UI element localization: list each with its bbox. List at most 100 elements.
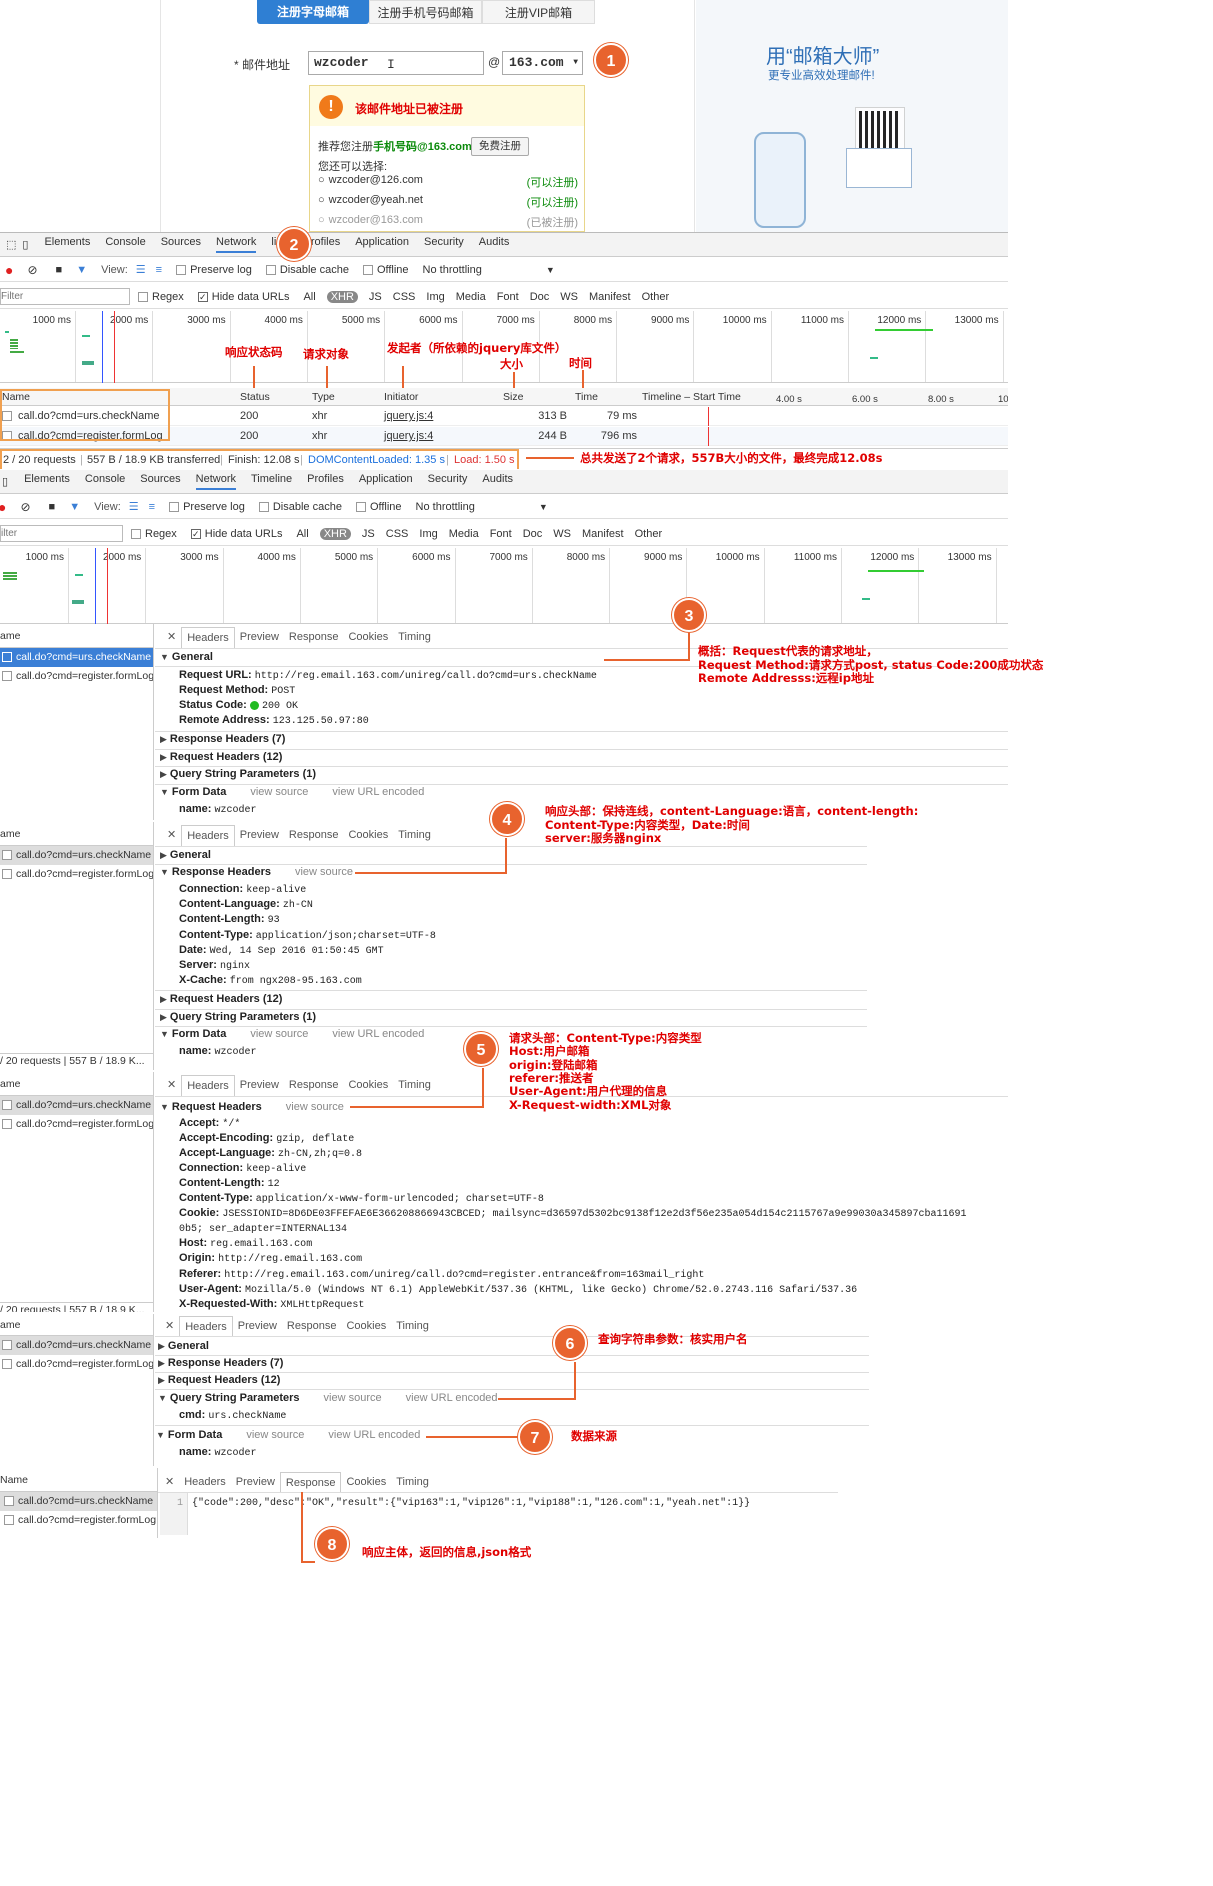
filter-type-font[interactable]: Font xyxy=(490,528,512,540)
preserve-log-checkbox[interactable]: Preserve log xyxy=(176,264,252,276)
record-icon[interactable]: ● xyxy=(5,262,13,278)
domain-select[interactable]: 163.com ▼ xyxy=(502,51,583,75)
devtools-tab[interactable]: Elements xyxy=(44,236,90,253)
device-icon[interactable]: ▯ xyxy=(2,475,8,488)
tab-vip-mail[interactable]: 注册VIP邮箱 xyxy=(482,0,595,24)
view-url-encoded-link[interactable]: view URL encoded xyxy=(332,786,424,798)
offline-checkbox[interactable]: Offline xyxy=(355,501,402,513)
throttling-select[interactable]: No throttling ▼ xyxy=(423,264,555,276)
filter-input[interactable] xyxy=(0,525,123,542)
tab-headers[interactable]: Headers xyxy=(179,1316,233,1337)
request-headers-section[interactable]: ▼ Request Headers view source xyxy=(160,1101,344,1113)
clear-icon[interactable]: ⊘ xyxy=(27,263,37,277)
tab-preview[interactable]: Preview xyxy=(233,1316,282,1337)
request-item-formlog[interactable]: call.do?cmd=register.formLog xyxy=(0,1355,153,1374)
filter-type-manifest[interactable]: Manifest xyxy=(582,528,624,540)
tab-headers[interactable]: Headers xyxy=(181,825,235,846)
filter-type-media[interactable]: Media xyxy=(449,528,479,540)
request-headers-section[interactable]: ▶ Request Headers (12) xyxy=(158,1374,280,1386)
tab-response[interactable]: Response xyxy=(284,627,344,648)
filter-type-img[interactable]: Img xyxy=(426,291,444,303)
clear-icon[interactable]: ⊘ xyxy=(20,500,30,514)
devtools-tab[interactable]: Audits xyxy=(482,473,513,490)
tab-cookies[interactable]: Cookies xyxy=(343,1075,393,1096)
col-size[interactable]: Size xyxy=(503,391,523,403)
tab-cookies[interactable]: Cookies xyxy=(341,1316,391,1337)
col-type[interactable]: Type xyxy=(312,391,335,403)
close-icon[interactable]: ✕ xyxy=(160,1472,179,1493)
filter-type-all[interactable]: All xyxy=(303,291,315,303)
radio-icon[interactable]: ○ xyxy=(318,194,325,206)
tab-preview[interactable]: Preview xyxy=(235,627,284,648)
recommend-highlight[interactable]: 手机号码@163.com xyxy=(373,141,472,153)
view-source-link[interactable]: view source xyxy=(286,1101,344,1113)
filter-type-doc[interactable]: Doc xyxy=(530,291,550,303)
request-headers-section[interactable]: ▶ Request Headers (12) xyxy=(160,993,282,1005)
regex-checkbox[interactable]: Regex xyxy=(131,528,177,540)
request-item-formlog[interactable]: call.do?cmd=register.formLog xyxy=(0,865,153,884)
tab-phone-mail[interactable]: 注册手机号码邮箱 xyxy=(369,0,482,24)
tab-timing[interactable]: Timing xyxy=(393,627,436,648)
filter-type-ws[interactable]: WS xyxy=(560,291,578,303)
radio-icon[interactable]: ○ xyxy=(318,174,325,186)
request-headers-section[interactable]: ▶ Request Headers (12) xyxy=(160,751,282,763)
request-item-checkname[interactable]: call.do?cmd=urs.checkName xyxy=(0,846,153,865)
col-timeline[interactable]: Timeline – Start Time xyxy=(642,391,741,403)
email-input[interactable]: wzcoder I xyxy=(308,51,484,75)
filter-type-ws[interactable]: WS xyxy=(553,528,571,540)
request-item-formlog[interactable]: call.do?cmd=register.formLog xyxy=(0,1511,157,1530)
filter-type-other[interactable]: Other xyxy=(642,291,670,303)
general-section[interactable]: ▶ General xyxy=(160,849,211,861)
query-params-section[interactable]: ▼ Query String Parameters view source view … xyxy=(158,1392,498,1404)
tab-headers[interactable]: Headers xyxy=(181,627,235,648)
response-headers-section[interactable]: ▼ Response Headers view source xyxy=(160,866,353,878)
tab-headers[interactable]: Headers xyxy=(181,1075,235,1096)
request-initiator[interactable]: jquery.js:4 xyxy=(384,410,433,422)
request-initiator[interactable]: jquery.js:4 xyxy=(384,430,433,442)
devtools-tab[interactable]: Timeline xyxy=(251,473,292,490)
close-icon[interactable]: ✕ xyxy=(162,627,181,648)
tab-preview[interactable]: Preview xyxy=(235,1075,284,1096)
filter-type-js[interactable]: JS xyxy=(369,291,382,303)
tab-letter-mail[interactable]: 注册字母邮箱 xyxy=(257,0,369,24)
inspect-icon[interactable]: ⬚ xyxy=(6,238,16,251)
devtools-tab[interactable]: Network xyxy=(195,473,236,490)
response-headers-section[interactable]: ▶ Response Headers (7) xyxy=(158,1357,283,1369)
devtools-tab[interactable]: Security xyxy=(428,473,468,490)
tab-timing[interactable]: Timing xyxy=(391,1472,434,1493)
tab-cookies[interactable]: Cookies xyxy=(343,627,393,648)
preserve-log-checkbox[interactable]: Preserve log xyxy=(169,501,245,513)
filter-type-font[interactable]: Font xyxy=(497,291,519,303)
response-headers-section[interactable]: ▶ Response Headers (7) xyxy=(160,733,285,745)
view-source-link[interactable]: view source xyxy=(324,1392,382,1404)
view-source-link[interactable]: view source xyxy=(250,786,308,798)
form-data-section[interactable]: ▼ Form Data view source view URL encoded xyxy=(160,786,424,798)
tab-preview[interactable]: Preview xyxy=(235,825,284,846)
devtools-tab[interactable]: Application xyxy=(359,473,413,490)
devtools-tab[interactable]: Profiles xyxy=(307,473,344,490)
devtools-tab[interactable]: Console xyxy=(105,236,145,253)
close-icon[interactable]: ✕ xyxy=(162,1075,181,1096)
device-icon[interactable]: ▯ xyxy=(22,238,28,251)
form-data-section[interactable]: ▼ Form Data view source view URL encoded xyxy=(156,1429,420,1441)
list-view-icon[interactable]: ☰ xyxy=(136,263,146,276)
tab-timing[interactable]: Timing xyxy=(391,1316,434,1337)
request-item-checkname[interactable]: call.do?cmd=urs.checkName xyxy=(0,1492,157,1511)
request-item-checkname[interactable]: call.do?cmd=urs.checkName xyxy=(0,1336,153,1355)
filter-type-css[interactable]: CSS xyxy=(386,528,409,540)
alt-option[interactable]: ○ wzcoder@yeah.net (可以注册) xyxy=(318,194,578,210)
request-item-checkname[interactable]: call.do?cmd=urs.checkName xyxy=(0,1096,153,1115)
filter-input[interactable] xyxy=(0,288,130,305)
col-initiator[interactable]: Initiator xyxy=(384,391,418,403)
filter-icon[interactable]: ▼ xyxy=(76,264,87,276)
view-source-link[interactable]: view source xyxy=(246,1429,304,1441)
devtools-tab[interactable]: Security xyxy=(424,236,464,253)
close-icon[interactable]: ✕ xyxy=(160,1316,179,1337)
tab-response[interactable]: Response xyxy=(284,1075,344,1096)
form-data-section[interactable]: ▼ Form Data view source view URL encoded xyxy=(160,1028,424,1040)
view-url-encoded-link[interactable]: view URL encoded xyxy=(328,1429,420,1441)
tab-response[interactable]: Response xyxy=(284,825,344,846)
filter-type-manifest[interactable]: Manifest xyxy=(589,291,631,303)
filter-type-other[interactable]: Other xyxy=(635,528,663,540)
tab-preview[interactable]: Preview xyxy=(231,1472,280,1493)
